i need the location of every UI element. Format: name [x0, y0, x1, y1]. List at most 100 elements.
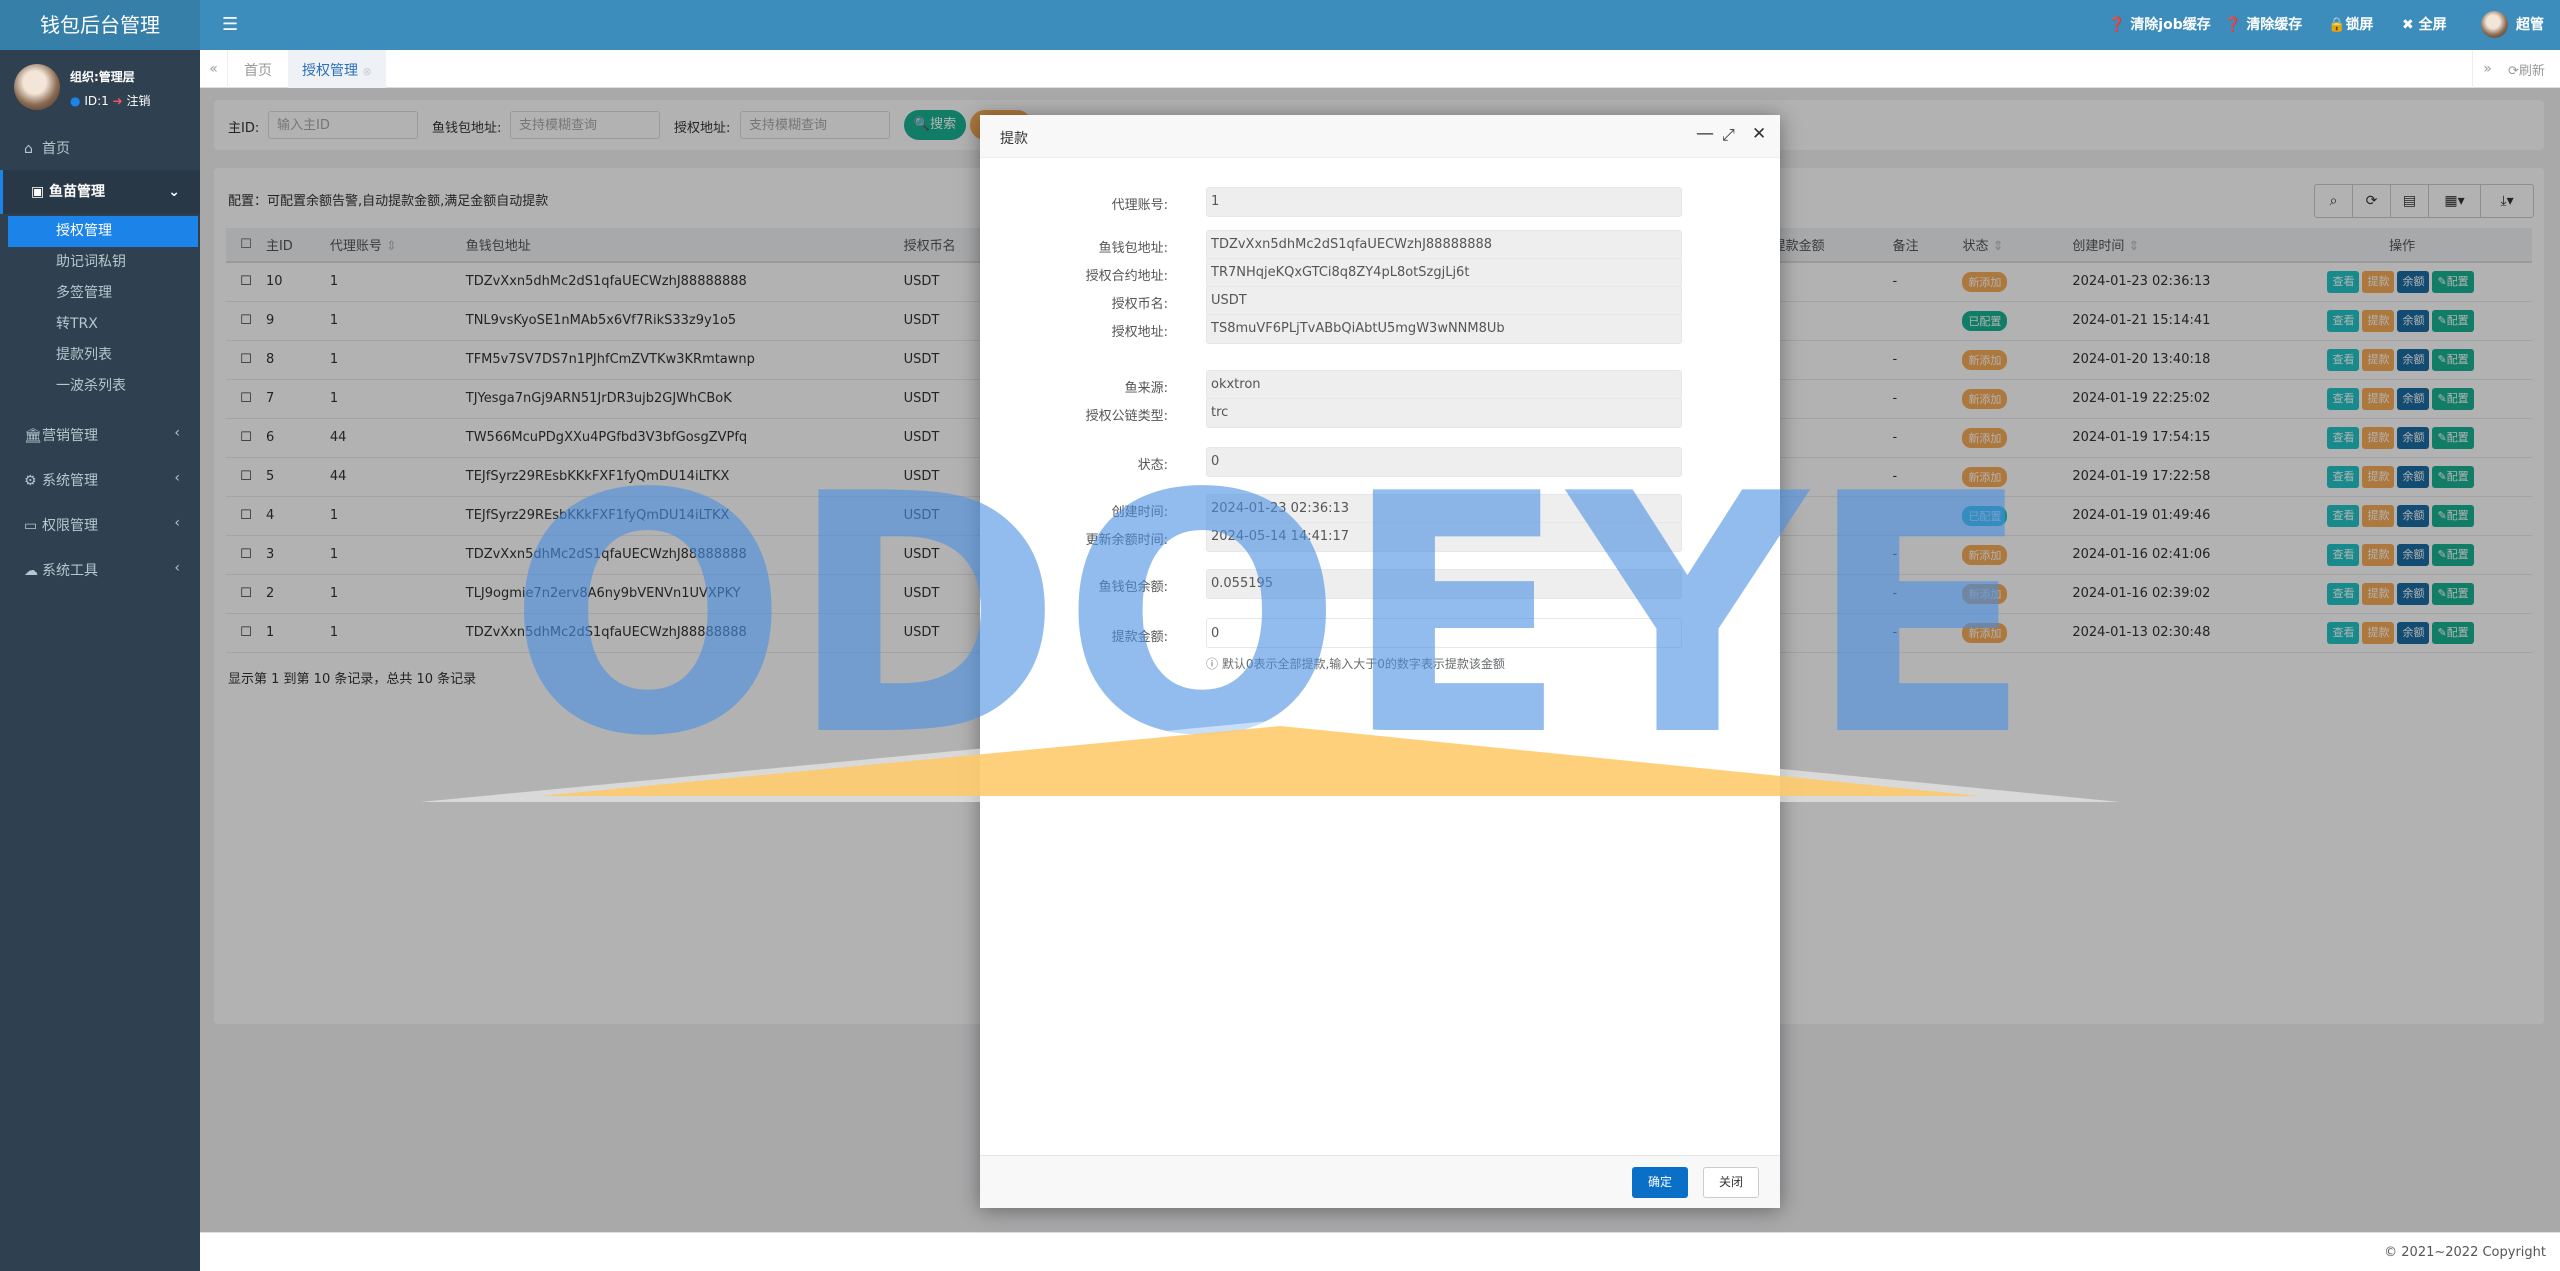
menu-toggle-icon[interactable]: ☰: [222, 14, 238, 35]
field-value-readonly: okxtron: [1206, 370, 1682, 400]
fullscreen-button[interactable]: ✖ 全屏: [2402, 14, 2447, 34]
sidebar-subitem[interactable]: 助记词私钥: [8, 247, 198, 278]
label: 系统管理: [42, 473, 98, 489]
top-navbar: 钱包后台管理 ☰ ❓ 清除job缓存 ❓ 清除缓存 🔒锁屏 ✖ 全屏 超管: [0, 0, 2560, 50]
field-value-readonly: 2024-05-14 14:41:17: [1206, 522, 1682, 552]
clear-job-cache-button[interactable]: ❓ 清除job缓存: [2108, 14, 2211, 34]
id-badge-icon: ▣: [31, 184, 45, 200]
clear-cache-button[interactable]: ❓ 清除缓存: [2224, 14, 2302, 34]
tab-home[interactable]: 首页: [244, 60, 272, 80]
label: 锁屏: [2345, 17, 2374, 33]
withdraw-modal: 提款 — ⤢ ✕ 代理账号: 1 鱼钱包地址: TDZvXxn5dhMc2dS1qfa…: [980, 115, 1780, 1208]
lock-screen-button[interactable]: 🔒锁屏: [2328, 14, 2373, 34]
modal-header: 提款 — ⤢ ✕: [980, 115, 1780, 158]
label: 权限管理: [42, 518, 98, 534]
field-value-readonly: TS8muVF6PLjTvABbQiAbtU5mgW3wNNM8Ub: [1206, 314, 1682, 344]
field-value-readonly: USDT: [1206, 286, 1682, 316]
field-value-readonly: 0: [1206, 447, 1682, 477]
chevron-down-icon: ⌄: [168, 184, 180, 200]
close-icon[interactable]: ✕: [1752, 124, 1766, 144]
cloud-icon: ☁: [24, 563, 38, 579]
user-status: ● ID:1 ➜ 注销: [70, 92, 151, 109]
sidebar-subitem[interactable]: 提款列表: [8, 340, 198, 371]
gear-icon: ⚙: [24, 473, 37, 489]
sidebar-item-menu[interactable]: ☁ 系统工具 ‹: [0, 560, 200, 580]
field-label: 授权币名:: [1111, 297, 1168, 312]
field-label: 授权公链类型:: [1085, 409, 1168, 424]
hint-text: 默认0表示全部提款,输入大于0的数字表示提款该金额: [1221, 657, 1505, 671]
logout-link[interactable]: 注销: [127, 94, 151, 108]
label: 鱼苗管理: [49, 184, 105, 200]
sidebar-subitem[interactable]: 一波杀列表: [8, 371, 198, 402]
label: 一波杀列表: [56, 378, 126, 394]
field-label: 创建时间:: [1111, 505, 1168, 520]
sidebar-item-menu[interactable]: ⚙ 系统管理 ‹: [0, 470, 200, 490]
field-value-readonly: 2024-01-23 02:36:13: [1206, 494, 1682, 524]
label: 系统工具: [42, 563, 98, 579]
field-label: 更新余额时间:: [1085, 533, 1168, 548]
refresh-icon: ⟳: [2508, 64, 2519, 79]
label: 全屏: [2418, 17, 2447, 33]
field-label: 鱼钱包地址:: [1098, 241, 1168, 256]
label: 授权管理: [302, 63, 358, 79]
sidebar-subitem[interactable]: 授权管理: [8, 216, 198, 247]
label: 多签管理: [56, 285, 112, 301]
user-id: ID:1: [84, 94, 109, 108]
amount-input[interactable]: [1206, 618, 1682, 648]
logout-icon: ➜: [112, 94, 123, 108]
sidebar-subitem[interactable]: 转TRX: [8, 309, 198, 340]
online-dot-icon: ●: [70, 94, 81, 108]
modal-title: 提款: [1000, 131, 1028, 147]
avatar: [14, 64, 60, 110]
label: 营销管理: [42, 428, 98, 444]
field-label: 状态:: [1137, 458, 1168, 473]
question-icon: ❓: [2108, 17, 2126, 33]
label: 转TRX: [56, 316, 98, 332]
app-logo: 钱包后台管理: [0, 0, 200, 50]
tab-bar: « 首页 授权管理 ⊗ » ⟳刷新: [200, 50, 2560, 88]
user-menu[interactable]: 超管: [2516, 14, 2544, 34]
chevron-left-icon: ‹: [174, 470, 180, 486]
field-label: 授权地址:: [1111, 325, 1168, 340]
label: 清除缓存: [2246, 17, 2303, 33]
user-avatar[interactable]: [2481, 11, 2508, 38]
field-value-readonly: 1: [1206, 187, 1682, 217]
chevron-left-icon: ‹: [174, 515, 180, 531]
field-value-readonly: trc: [1206, 398, 1682, 428]
user-org: 组织:管理层: [70, 70, 135, 84]
question-icon: ❓: [2224, 17, 2242, 33]
confirm-button[interactable]: 确定: [1632, 1167, 1688, 1198]
copyright: © 2021~2022 Copyright: [2384, 1245, 2546, 1260]
field-label: 鱼钱包余额:: [1098, 580, 1168, 595]
amount-hint: ⓘ 默认0表示全部提款,输入大于0的数字表示提款该金额: [1206, 655, 1505, 672]
label: 刷新: [2518, 64, 2545, 79]
refresh-button[interactable]: ⟳刷新: [2508, 60, 2545, 79]
footer: © 2021~2022 Copyright: [200, 1232, 2560, 1271]
label: 提款列表: [56, 347, 112, 363]
tabs-scroll-left-icon[interactable]: «: [200, 50, 228, 88]
sidebar-item-menu[interactable]: ▭ 权限管理 ‹: [0, 515, 200, 535]
close-tab-icon[interactable]: ⊗: [362, 65, 371, 78]
sidebar-group-fish[interactable]: ▣ 鱼苗管理 ⌄: [0, 170, 200, 214]
field-label: 授权合约地址:: [1085, 269, 1168, 284]
tab-auth-management[interactable]: 授权管理 ⊗: [288, 50, 386, 88]
chevron-left-icon: ‹: [174, 560, 180, 576]
sidebar-item-home[interactable]: ⌂ 首页: [0, 138, 200, 158]
info-icon: ⓘ: [1206, 657, 1219, 671]
field-value-readonly: TDZvXxn5dhMc2dS1qfaUECWzhJ88888888: [1206, 230, 1682, 260]
sidebar-subitem[interactable]: 多签管理: [8, 278, 198, 309]
id-card-icon: ▭: [24, 518, 38, 534]
label: 清除job缓存: [2130, 17, 2211, 33]
field-value-readonly: 0.055195: [1206, 569, 1682, 599]
label: 授权管理: [56, 223, 112, 239]
close-button[interactable]: 关闭: [1703, 1167, 1759, 1198]
tabs-scroll-right-icon[interactable]: »: [2472, 50, 2502, 88]
field-value-readonly: TR7NHqjeKQxGTCi8q8ZY4pL8otSzgjLj6t: [1206, 258, 1682, 288]
maximize-icon[interactable]: ⤢: [1722, 125, 1735, 145]
bank-icon: 🏛: [24, 428, 42, 444]
label: 首页: [42, 141, 70, 157]
sidebar-item-menu[interactable]: 🏛营销管理 ‹: [0, 425, 200, 445]
minimize-icon[interactable]: —: [1696, 123, 1714, 144]
sidebar: 组织:管理层 ● ID:1 ➜ 注销 ⌂ 首页 ▣ 鱼苗管理 ⌄ 授权管理助记词私钥多…: [0, 50, 200, 1271]
expand-icon: ✖: [2402, 17, 2414, 33]
